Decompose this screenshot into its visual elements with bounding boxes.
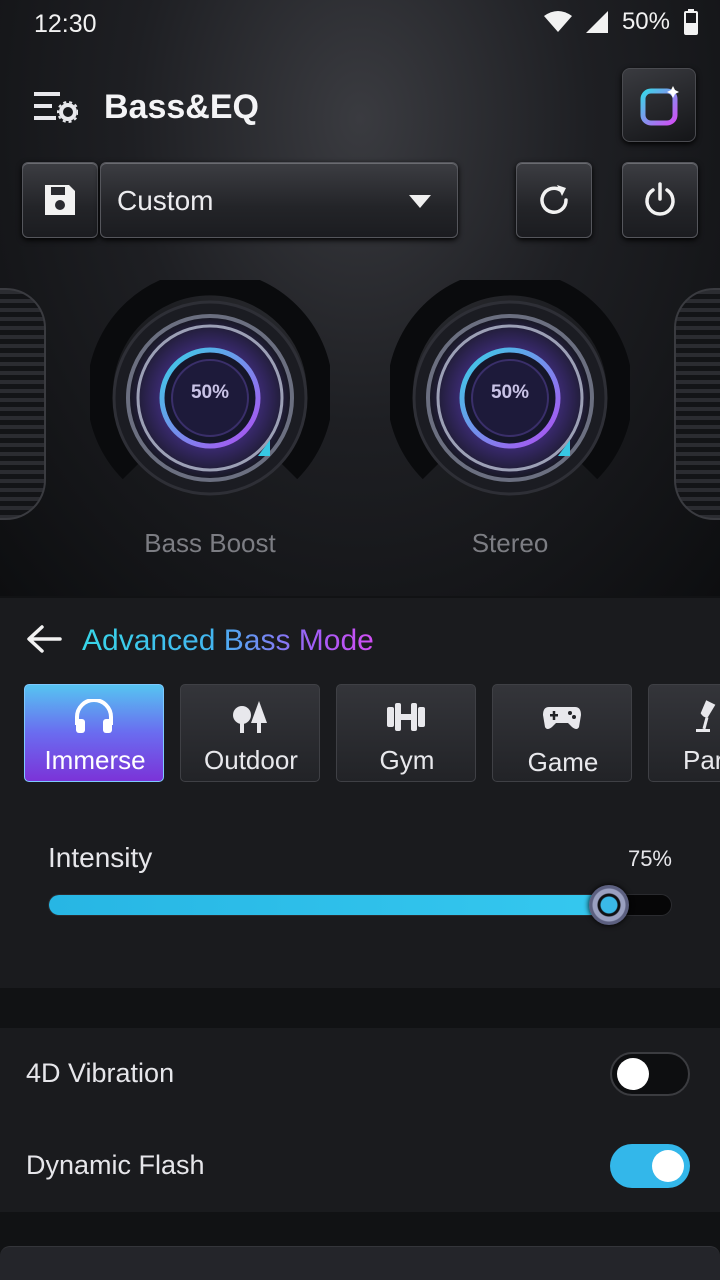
dumbbell-icon bbox=[387, 703, 425, 731]
mode-outdoor[interactable]: Outdoor bbox=[180, 684, 320, 782]
status-time: 12:30 bbox=[34, 10, 97, 38]
premium-button[interactable] bbox=[622, 68, 696, 142]
intensity-slider-fill bbox=[49, 895, 609, 915]
mode-label: Gym bbox=[379, 745, 435, 775]
status-bar: 12:30 50% bbox=[0, 0, 720, 50]
power-button[interactable] bbox=[622, 162, 698, 238]
refresh-icon bbox=[540, 185, 568, 214]
stereo-value: 50% bbox=[490, 382, 530, 403]
premium-square-icon bbox=[640, 86, 679, 126]
mode-label: Outdoor bbox=[204, 745, 298, 775]
mode-party[interactable]: Par bbox=[648, 684, 720, 782]
intensity-value: 75% bbox=[627, 846, 672, 871]
battery-percent: 50% bbox=[621, 8, 670, 35]
advanced-bass-panel: Advanced Bass Mode Immerse Outdoor Gym G… bbox=[0, 598, 720, 988]
vibration-label: 4D Vibration bbox=[26, 1058, 175, 1088]
app-title: Bass&EQ bbox=[104, 88, 259, 126]
stereo-label: Stereo bbox=[471, 528, 549, 558]
bass-boost-value: 50% bbox=[190, 382, 230, 403]
mode-label: Immerse bbox=[44, 745, 146, 775]
save-preset-button[interactable] bbox=[22, 162, 98, 238]
mode-label: Game bbox=[527, 747, 599, 777]
menu-settings-icon[interactable] bbox=[34, 88, 78, 124]
mode-label: Par bbox=[683, 745, 720, 775]
bass-boost-knob[interactable]: 50% bbox=[87, 269, 333, 520]
dynamic-flash-toggle[interactable] bbox=[610, 1144, 690, 1188]
mode-gym[interactable]: Gym bbox=[336, 684, 476, 782]
reset-button[interactable] bbox=[516, 162, 592, 238]
party-glass-icon bbox=[696, 700, 716, 732]
battery-icon bbox=[684, 9, 698, 35]
save-icon bbox=[45, 185, 75, 215]
intensity-slider[interactable] bbox=[48, 885, 672, 925]
bass-boost-label: Bass Boost bbox=[144, 528, 276, 558]
bottom-panel bbox=[0, 1246, 720, 1280]
signal-icon bbox=[585, 11, 608, 33]
trees-icon bbox=[233, 701, 267, 733]
dynamic-flash-row: Dynamic Flash bbox=[0, 1120, 720, 1212]
toggles-panel: 4D Vibration Dynamic Flash bbox=[0, 1028, 720, 1212]
toggle-knob bbox=[617, 1058, 649, 1090]
app-header: Bass&EQ bbox=[0, 68, 720, 144]
caret-down-icon bbox=[409, 195, 431, 208]
preset-row: Custom bbox=[22, 162, 698, 238]
speaker-grill-left bbox=[0, 288, 46, 520]
preset-selected-label: Custom bbox=[117, 185, 214, 216]
vibration-row: 4D Vibration bbox=[0, 1028, 720, 1120]
speaker-grill-right bbox=[674, 288, 720, 520]
mode-immerse[interactable]: Immerse bbox=[24, 684, 164, 782]
headphones-icon bbox=[75, 699, 113, 733]
intensity-slider-thumb[interactable] bbox=[588, 885, 629, 925]
intensity-label: Intensity bbox=[48, 842, 153, 873]
gamepad-icon bbox=[543, 707, 581, 729]
power-icon bbox=[645, 182, 675, 216]
preset-dropdown[interactable]: Custom bbox=[100, 162, 458, 238]
dynamic-flash-label: Dynamic Flash bbox=[26, 1150, 205, 1180]
status-icons: 50% bbox=[543, 8, 698, 36]
mode-game[interactable]: Game bbox=[492, 684, 632, 782]
wifi-icon bbox=[543, 11, 572, 32]
back-arrow-icon[interactable] bbox=[26, 624, 62, 654]
toggle-knob bbox=[652, 1150, 684, 1182]
vibration-toggle[interactable] bbox=[610, 1052, 690, 1096]
stereo-knob[interactable]: 50% bbox=[387, 269, 633, 520]
advanced-bass-title: Advanced Bass Mode bbox=[82, 624, 374, 657]
